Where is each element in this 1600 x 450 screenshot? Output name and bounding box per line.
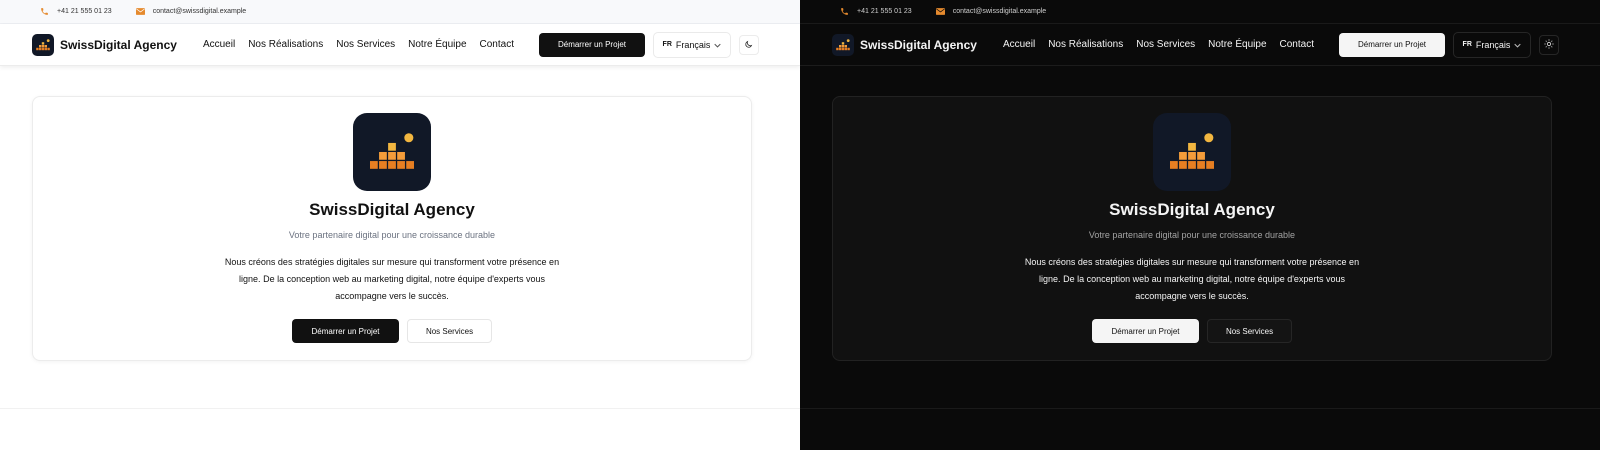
chevron-down-icon — [714, 40, 722, 50]
brand[interactable]: SwissDigital Agency — [832, 33, 977, 56]
nav-link-contact[interactable]: Contact — [480, 39, 514, 50]
brand[interactable]: SwissDigital Agency — [32, 33, 177, 56]
hero-card: SwissDigital Agency Votre partenaire dig… — [832, 96, 1552, 361]
hero-services-button[interactable]: Nos Services — [1207, 319, 1292, 343]
hero-description: Nous créons des stratégies digitales sur… — [224, 257, 560, 301]
brand-name: SwissDigital Agency — [60, 37, 177, 52]
section-divider — [800, 408, 1600, 409]
moon-icon — [744, 36, 753, 54]
hero-services-button[interactable]: Nos Services — [407, 319, 492, 343]
hero-logo-icon — [1153, 113, 1231, 191]
top-contact-bar: +41 21 555 01 23 contact@swissdigital.ex… — [800, 0, 1600, 24]
mail-icon — [935, 8, 945, 15]
hero-start-project-button[interactable]: Démarrer un Projet — [292, 319, 399, 343]
light-theme-preview: +41 21 555 01 23 contact@swissdigital.ex… — [0, 0, 800, 450]
theme-toggle-button[interactable] — [1538, 34, 1559, 55]
hero-title: SwissDigital Agency — [309, 200, 475, 219]
top-contact-bar: +41 21 555 01 23 contact@swissdigital.ex… — [0, 0, 800, 24]
nav-link-services[interactable]: Nos Services — [336, 39, 395, 50]
hero-subtitle: Votre partenaire digital pour une croiss… — [1088, 230, 1296, 240]
main-navbar: SwissDigital Agency Accueil Nos Réalisat… — [800, 24, 1600, 66]
language-selector[interactable]: FR Français — [1452, 31, 1531, 58]
brand-name: SwissDigital Agency — [860, 37, 977, 52]
brand-logo-icon — [832, 33, 854, 56]
email-address: contact@swissdigital.example — [952, 8, 1047, 15]
mail-icon — [135, 8, 145, 15]
email-contact[interactable]: contact@swissdigital.example — [935, 8, 1047, 15]
phone-icon — [840, 7, 849, 16]
nav-link-contact[interactable]: Contact — [1280, 39, 1314, 50]
email-address: contact@swissdigital.example — [152, 8, 247, 15]
theme-toggle-button[interactable] — [738, 34, 759, 55]
nav-link-equipe[interactable]: Notre Équipe — [1208, 39, 1266, 50]
phone-number: +41 21 555 01 23 — [857, 8, 912, 15]
nav-link-equipe[interactable]: Notre Équipe — [408, 39, 466, 50]
hero-start-project-button[interactable]: Démarrer un Projet — [1092, 319, 1199, 343]
hero-description: Nous créons des stratégies digitales sur… — [1024, 257, 1360, 301]
hero-buttons: Démarrer un Projet Nos Services — [292, 319, 492, 343]
phone-contact[interactable]: +41 21 555 01 23 — [840, 7, 912, 16]
phone-contact[interactable]: +41 21 555 01 23 — [40, 7, 112, 16]
nav-link-accueil[interactable]: Accueil — [203, 39, 235, 50]
brand-logo-icon — [32, 33, 54, 56]
nav-link-realisations[interactable]: Nos Réalisations — [248, 39, 323, 50]
sun-icon — [1544, 36, 1554, 54]
hero-subtitle: Votre partenaire digital pour une croiss… — [288, 230, 496, 240]
dark-theme-preview: +41 21 555 01 23 contact@swissdigital.ex… — [800, 0, 1600, 450]
email-contact[interactable]: contact@swissdigital.example — [135, 8, 247, 15]
nav-links: Accueil Nos Réalisations Nos Services No… — [203, 39, 514, 50]
language-code: FR — [662, 41, 672, 48]
nav-link-accueil[interactable]: Accueil — [1003, 39, 1035, 50]
language-label: Français — [1475, 39, 1511, 50]
hero-title: SwissDigital Agency — [1109, 200, 1275, 219]
phone-number: +41 21 555 01 23 — [57, 8, 112, 15]
section-divider — [0, 408, 800, 409]
hero-logo-icon — [353, 113, 431, 191]
main-navbar: SwissDigital Agency Accueil Nos Réalisat… — [0, 24, 800, 66]
phone-icon — [40, 7, 49, 16]
nav-links: Accueil Nos Réalisations Nos Services No… — [1003, 39, 1314, 50]
language-selector[interactable]: FR Français — [652, 31, 731, 58]
hero-card: SwissDigital Agency Votre partenaire dig… — [32, 96, 752, 361]
nav-link-services[interactable]: Nos Services — [1136, 39, 1195, 50]
nav-link-realisations[interactable]: Nos Réalisations — [1048, 39, 1123, 50]
chevron-down-icon — [1514, 40, 1522, 50]
start-project-button[interactable]: Démarrer un Projet — [1338, 32, 1445, 57]
language-label: Français — [675, 39, 711, 50]
hero-buttons: Démarrer un Projet Nos Services — [1092, 319, 1292, 343]
start-project-button[interactable]: Démarrer un Projet — [538, 32, 645, 57]
language-code: FR — [1462, 41, 1472, 48]
